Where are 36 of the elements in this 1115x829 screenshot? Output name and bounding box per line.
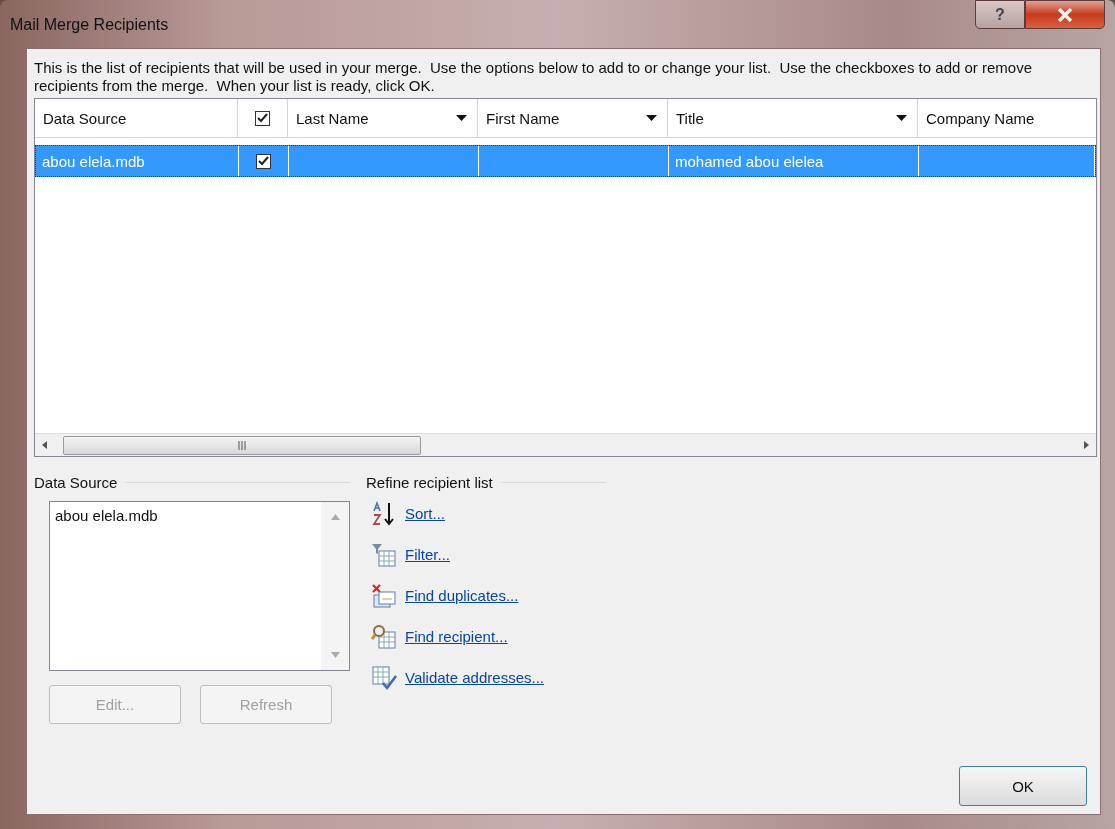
data-source-list[interactable]: abou elela.mdb: [49, 501, 350, 671]
column-header[interactable]: Data Source: [35, 99, 238, 137]
column-header[interactable]: Title: [668, 99, 918, 137]
group-label: Refine recipient list: [366, 473, 493, 491]
table-cell: abou elela.mdb: [42, 152, 145, 170]
duplicates-icon: [371, 582, 397, 609]
window-title: Mail Merge Recipients: [10, 16, 169, 34]
list-item[interactable]: abou elela.mdb: [55, 507, 316, 524]
find-icon: [371, 623, 397, 650]
close-icon: [1057, 7, 1073, 22]
table-cell: mohamed abou elelea: [675, 152, 824, 170]
group-label: Data Source: [34, 473, 118, 491]
dropdown-arrow-icon[interactable]: [456, 114, 467, 122]
refine-link[interactable]: Find duplicates...: [405, 587, 519, 604]
horizontal-scrollbar[interactable]: [35, 433, 1096, 456]
sort-icon: [371, 500, 397, 527]
help-button[interactable]: ?: [975, 0, 1025, 29]
filter-icon: [371, 541, 397, 568]
checkbox[interactable]: [255, 110, 270, 126]
refine-link[interactable]: Filter...: [405, 546, 450, 563]
refine-link[interactable]: Sort...: [405, 505, 445, 522]
checkbox[interactable]: [256, 153, 271, 169]
refine-link[interactable]: Find recipient...: [405, 628, 508, 645]
dropdown-arrow-icon[interactable]: [896, 114, 907, 122]
close-button[interactable]: [1025, 0, 1105, 29]
scrollbar-thumb[interactable]: [63, 435, 421, 455]
dropdown-arrow-icon[interactable]: [646, 114, 657, 122]
instructions-text: This is the list of recipients that will be used in your merge. Use the options below to add to or change your list. Use the checkboxes to add or remove recipients from the merge. When your list is ready, click OK.: [34, 59, 1033, 95]
scroll-right-icon[interactable]: [1082, 440, 1090, 450]
column-header[interactable]: Last Name: [288, 99, 478, 137]
ok-button[interactable]: OK: [959, 766, 1087, 806]
validate-icon: [371, 664, 397, 691]
column-header[interactable]: First Name: [478, 99, 668, 137]
scroll-left-icon[interactable]: [41, 440, 49, 450]
refine-link[interactable]: Validate addresses...: [405, 669, 544, 686]
column-header[interactable]: Company Name: [918, 99, 1096, 137]
